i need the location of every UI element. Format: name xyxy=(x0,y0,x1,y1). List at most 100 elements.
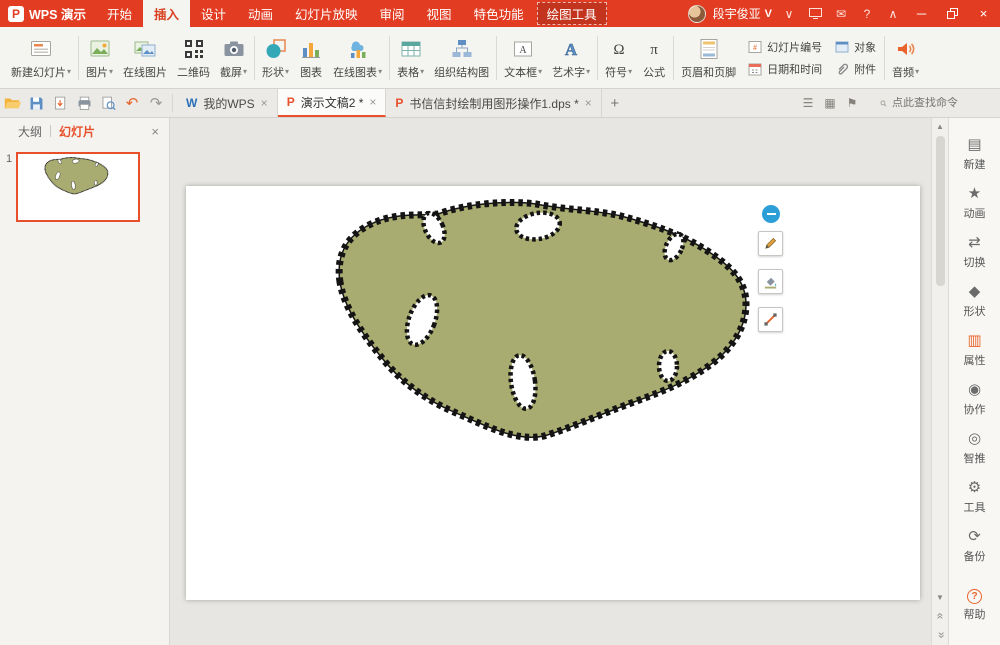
redo-button[interactable]: ↷ xyxy=(144,89,168,117)
audio-button[interactable]: 音频▾ xyxy=(887,30,924,86)
minimize-button[interactable]: ─ xyxy=(907,0,936,27)
collapse-toolbar-button[interactable] xyxy=(762,205,780,223)
svg-text:#: # xyxy=(753,43,757,52)
screenshot-label: 截屏 xyxy=(220,64,242,80)
scroll-down-icon[interactable]: ▼ xyxy=(933,589,948,605)
slide-thumbnail-entry[interactable]: 1 xyxy=(6,152,163,222)
command-search[interactable] xyxy=(872,97,1000,109)
command-search-input[interactable] xyxy=(892,97,992,109)
menu-tab-special[interactable]: 特色功能 xyxy=(463,0,535,27)
wordart-icon: A xyxy=(559,37,583,61)
menu-tab-slideshow[interactable]: 幻灯片放映 xyxy=(284,0,369,27)
export-button[interactable] xyxy=(48,89,72,117)
menu-tab-animation[interactable]: 动画 xyxy=(237,0,284,27)
qrcode-button[interactable]: 二维码 xyxy=(172,30,215,86)
avatar[interactable] xyxy=(688,5,706,23)
scrollbar-thumb[interactable] xyxy=(936,136,945,286)
flag-tool-icon[interactable]: ⚑ xyxy=(841,96,863,110)
sidebar-item-transition[interactable]: ⇄ 切换 xyxy=(964,234,986,270)
next-slide-button[interactable]: « xyxy=(933,627,948,643)
chevron-down-icon[interactable]: ∨ xyxy=(777,0,801,27)
help-icon[interactable]: ? xyxy=(855,0,879,27)
user-name[interactable]: 段宇俊亚 xyxy=(713,5,761,22)
screenshot-button[interactable]: 截屏▾ xyxy=(215,30,252,86)
menu-tab-review[interactable]: 审阅 xyxy=(369,0,416,27)
menu-tab-view[interactable]: 视图 xyxy=(416,0,463,27)
sidebar-item-shapes[interactable]: ◆ 形状 xyxy=(964,283,986,319)
scroll-up-icon[interactable]: ▲ xyxy=(932,118,948,134)
skin-icon[interactable] xyxy=(803,0,827,27)
open-folder-button[interactable] xyxy=(0,89,24,117)
help-question-icon: ? xyxy=(967,589,982,604)
wordart-button[interactable]: A 艺术字▾ xyxy=(547,30,595,86)
app-logo[interactable]: P WPS 演示 xyxy=(0,0,96,27)
close-icon[interactable]: × xyxy=(261,96,268,110)
undo-button[interactable]: ↶ xyxy=(120,89,144,117)
dropdown-arrow-icon: ▾ xyxy=(915,67,919,76)
properties-panel-icon: ▥ xyxy=(967,332,981,350)
attachment-button[interactable]: 附件 xyxy=(834,61,876,77)
slide-1-thumbnail[interactable] xyxy=(16,152,140,222)
online-chart-button[interactable]: 在线图表▾ xyxy=(328,30,387,86)
sidebar-item-help[interactable]: ? 帮助 xyxy=(964,589,986,622)
shapes-icon xyxy=(264,37,288,61)
shapes-button[interactable]: 形状▾ xyxy=(257,30,294,86)
print-button[interactable] xyxy=(72,89,96,117)
menu-tab-drawing-tools[interactable]: 绘图工具 xyxy=(537,2,607,25)
formula-button[interactable]: π 公式 xyxy=(637,30,671,86)
line-style-button[interactable] xyxy=(758,307,783,332)
textbox-button[interactable]: A 文本框▾ xyxy=(499,30,547,86)
close-button[interactable]: × xyxy=(969,0,998,27)
symbol-button[interactable]: Ω 符号▾ xyxy=(600,30,637,86)
tab-slides[interactable]: 幻灯片 xyxy=(51,123,103,140)
symbol-omega-icon: Ω xyxy=(607,37,631,61)
restore-button[interactable] xyxy=(938,0,967,27)
print-preview-button[interactable] xyxy=(96,89,120,117)
online-picture-button[interactable]: 在线图片 xyxy=(118,30,172,86)
fold-ribbon-icon[interactable]: ∧ xyxy=(881,0,905,27)
chart-button[interactable]: 图表 xyxy=(294,30,328,86)
new-tab-button[interactable]: + xyxy=(602,89,628,117)
close-icon[interactable]: × xyxy=(585,96,592,110)
textbox-icon: A xyxy=(511,37,535,61)
menu-tab-home[interactable]: 开始 xyxy=(96,0,143,27)
picture-button[interactable]: 图片▾ xyxy=(81,30,118,86)
date-time-button[interactable]: 日期和时间 xyxy=(747,61,822,77)
list-tool-icon[interactable]: ☰ xyxy=(797,96,819,110)
header-footer-button[interactable]: 页眉和页脚 xyxy=(676,30,741,86)
grid-tool-icon[interactable]: ▦ xyxy=(819,96,841,110)
app-title: WPS 演示 xyxy=(29,4,86,23)
sidebar-item-tools[interactable]: ⚙ 工具 xyxy=(964,479,986,515)
slide-number-button[interactable]: # 幻灯片编号 xyxy=(747,39,822,55)
menu-tab-insert[interactable]: 插入 xyxy=(143,0,190,27)
sidebar-item-new[interactable]: ▤ 新建 xyxy=(964,136,986,172)
doc-tab-presentation2[interactable]: P 演示文稿2 * × xyxy=(278,89,387,117)
doc-tab-letter-envelope[interactable]: P 书信信封绘制用图形操作1.dps * × xyxy=(386,89,601,117)
canvas-scrollbar[interactable]: ▲ ▼ « « xyxy=(931,118,948,645)
object-button[interactable]: 对象 xyxy=(834,39,876,55)
slide-1-canvas[interactable] xyxy=(186,186,920,600)
minus-icon xyxy=(767,213,776,215)
sidebar-item-animation[interactable]: ★ 动画 xyxy=(964,185,986,221)
tab-outline[interactable]: 大纲 xyxy=(10,123,50,140)
sidebar-item-smart[interactable]: ◎ 智推 xyxy=(964,430,986,466)
previous-slide-button[interactable]: « xyxy=(933,608,948,624)
edit-points-button[interactable] xyxy=(758,231,783,256)
orgchart-button[interactable]: 组织结构图 xyxy=(429,30,494,86)
main-area: 大纲 幻灯片 × 1 xyxy=(0,118,1000,645)
new-slide-button[interactable]: 新建幻灯片▾ xyxy=(6,30,76,86)
selected-blob-shape[interactable] xyxy=(186,186,920,600)
gear-icon: ⚙ xyxy=(968,479,981,497)
menu-tab-design[interactable]: 设计 xyxy=(190,0,237,27)
table-button[interactable]: 表格▾ xyxy=(392,30,429,86)
fill-color-button[interactable] xyxy=(758,269,783,294)
message-icon[interactable]: ✉ xyxy=(829,0,853,27)
sidebar-item-collaborate[interactable]: ◉ 协作 xyxy=(964,381,986,417)
close-icon[interactable]: × xyxy=(369,95,376,109)
editing-canvas[interactable] xyxy=(170,118,931,645)
doc-tab-my-wps[interactable]: W 我的WPS × xyxy=(177,89,278,117)
sidebar-item-backup[interactable]: ⟳ 备份 xyxy=(964,528,986,564)
close-panel-icon[interactable]: × xyxy=(151,124,159,139)
sidebar-item-properties[interactable]: ▥ 属性 xyxy=(964,332,986,368)
save-button[interactable] xyxy=(24,89,48,117)
